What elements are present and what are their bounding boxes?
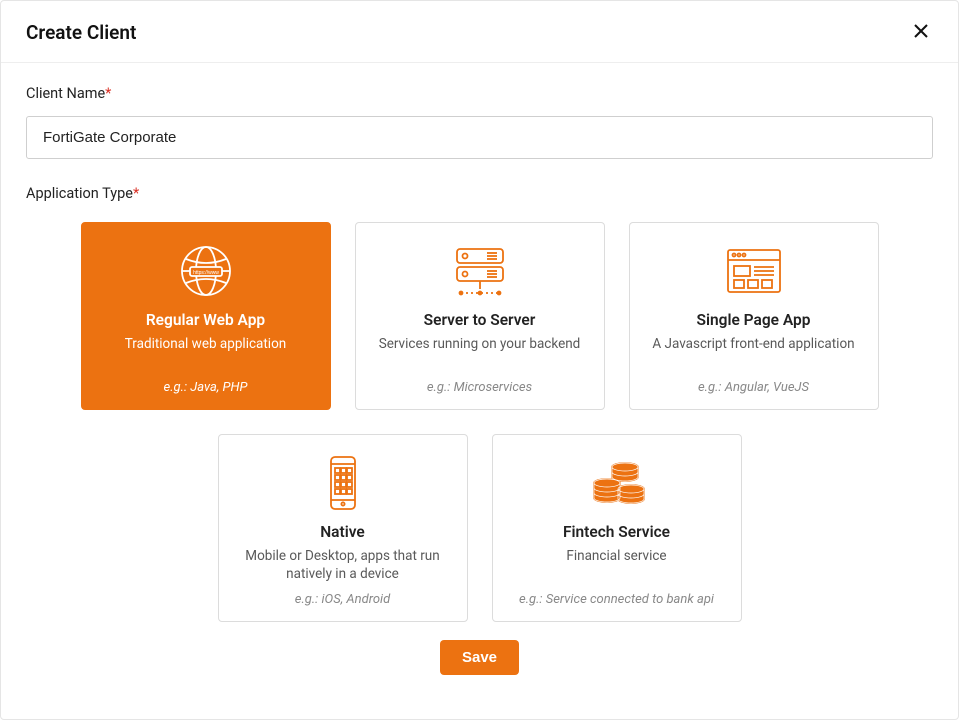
card-desc: Mobile or Desktop, apps that run nativel… bbox=[233, 547, 453, 583]
card-title: Server to Server bbox=[424, 311, 536, 329]
coins-icon bbox=[585, 453, 649, 513]
app-type-card-regular-web-app[interactable]: https://www Regular Web App Traditional … bbox=[81, 222, 331, 410]
modal-footer: Save bbox=[26, 622, 933, 697]
card-desc: Traditional web application bbox=[125, 335, 287, 353]
app-type-card-native[interactable]: Native Mobile or Desktop, apps that run … bbox=[218, 434, 468, 622]
create-client-modal: Create Client Client Name* Application T… bbox=[0, 0, 959, 720]
app-type-card-fintech-service[interactable]: Fintech Service Financial service e.g.: … bbox=[492, 434, 742, 622]
required-asterisk: * bbox=[105, 85, 111, 102]
card-title: Fintech Service bbox=[563, 523, 670, 541]
client-name-label-text: Client Name bbox=[26, 85, 105, 102]
card-desc: A Javascript front-end application bbox=[652, 335, 854, 353]
card-example: e.g.: Angular, VueJS bbox=[698, 380, 809, 395]
client-name-label: Client Name* bbox=[26, 85, 933, 102]
close-icon bbox=[913, 23, 929, 42]
close-button[interactable] bbox=[909, 19, 933, 46]
app-type-label: Application Type* bbox=[26, 185, 933, 202]
modal-body: Client Name* Application Type* bbox=[1, 63, 958, 719]
globe-icon: https://www bbox=[176, 241, 236, 301]
card-title: Regular Web App bbox=[146, 311, 265, 329]
card-example: e.g.: Service connected to bank api bbox=[519, 592, 714, 607]
card-title: Native bbox=[320, 523, 365, 541]
svg-text:https://www: https://www bbox=[193, 270, 219, 276]
card-desc: Services running on your backend bbox=[379, 335, 581, 353]
card-title: Single Page App bbox=[697, 311, 811, 329]
app-type-card-single-page-app[interactable]: Single Page App A Javascript front-end a… bbox=[629, 222, 879, 410]
app-type-row-1: https://www Regular Web App Traditional … bbox=[26, 222, 933, 410]
servers-icon bbox=[447, 241, 513, 301]
save-button[interactable]: Save bbox=[440, 640, 519, 675]
app-type-row-2: Native Mobile or Desktop, apps that run … bbox=[26, 434, 933, 622]
app-type-label-text: Application Type bbox=[26, 185, 133, 202]
card-example: e.g.: Microservices bbox=[427, 380, 532, 395]
phone-icon bbox=[323, 453, 363, 513]
browser-window-icon bbox=[724, 241, 784, 301]
required-asterisk: * bbox=[133, 185, 139, 202]
card-example: e.g.: Java, PHP bbox=[164, 380, 248, 395]
modal-header: Create Client bbox=[1, 1, 958, 63]
card-example: e.g.: iOS, Android bbox=[295, 592, 390, 607]
client-name-input[interactable] bbox=[26, 116, 933, 159]
card-desc: Financial service bbox=[566, 547, 666, 565]
modal-title: Create Client bbox=[26, 21, 136, 44]
app-type-card-server-to-server[interactable]: Server to Server Services running on you… bbox=[355, 222, 605, 410]
